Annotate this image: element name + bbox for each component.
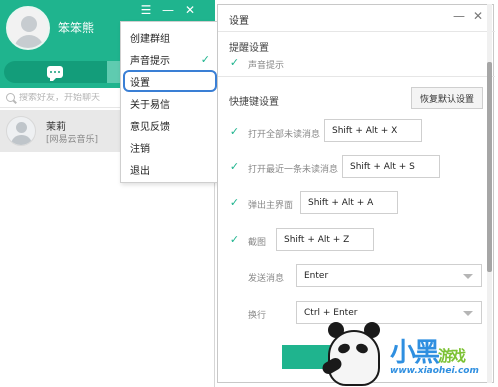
menu-item-label: 设置: [130, 77, 150, 89]
watermark-logo: 小黑游戏 www.xiaohei.com: [320, 316, 498, 387]
window-controls: ☰ — ✕: [139, 3, 197, 17]
shortcut-key-input[interactable]: Shift + Alt + Z: [276, 228, 374, 251]
menu-item-logout[interactable]: 注销: [121, 136, 219, 158]
close-icon[interactable]: ✕: [473, 9, 483, 23]
menu-item-about[interactable]: 关于易信: [121, 92, 219, 114]
chat-icon: [47, 66, 64, 81]
shortcut-checkbox[interactable]: ✓: [229, 234, 240, 245]
scrollbar-thumb[interactable]: [487, 62, 492, 272]
menu-item-label: 关于易信: [130, 99, 170, 111]
menu-item-feedback[interactable]: 意见反馈: [121, 114, 219, 136]
shortcut-checkbox[interactable]: ✓: [229, 197, 240, 208]
newline-label: 换行: [248, 311, 267, 321]
contact-avatar: [6, 116, 36, 146]
send-message-select[interactable]: Enter: [296, 264, 482, 287]
menu-item-label: 创建群组: [130, 33, 170, 45]
main-menu: 创建群组 声音提示 ✓ 设置 关于易信 意见反馈 注销 退出: [120, 21, 218, 183]
shortcut-key-input[interactable]: Shift + Alt + S: [342, 155, 440, 178]
menu-item-create-group[interactable]: 创建群组: [121, 26, 219, 48]
reminder-section-title: 提醒设置: [229, 43, 269, 54]
menu-item-exit[interactable]: 退出: [121, 158, 219, 180]
search-icon: [6, 93, 15, 102]
tab-messages[interactable]: [4, 61, 107, 83]
shortcut-label: 打开全部未读消息: [248, 130, 321, 140]
menu-item-label: 声音提示: [130, 55, 170, 67]
shortcut-label: 打开最近一条未读消息: [248, 165, 339, 175]
shortcut-section-title: 快捷键设置: [229, 97, 279, 108]
check-icon: ✓: [200, 52, 210, 66]
watermark-url: www.xiaohei.com: [390, 366, 479, 376]
menu-item-label: 意见反馈: [130, 121, 170, 133]
shortcut-key-input[interactable]: Shift + Alt + A: [300, 191, 398, 214]
menu-icon[interactable]: ☰: [139, 3, 153, 17]
user-avatar[interactable]: [6, 6, 50, 50]
send-message-label: 发送消息: [248, 274, 285, 284]
watermark-wordmark: 小黑游戏: [390, 338, 466, 368]
shortcut-label: 弹出主界面: [248, 201, 294, 211]
section-divider: [218, 76, 495, 77]
menu-item-label: 退出: [130, 165, 150, 177]
title-divider: [218, 31, 495, 32]
minimize-icon[interactable]: —: [161, 3, 175, 17]
shortcut-checkbox[interactable]: ✓: [229, 126, 240, 137]
shortcut-checkbox[interactable]: ✓: [229, 161, 240, 172]
contact-name: 茉莉: [46, 122, 66, 133]
menu-item-settings[interactable]: 设置: [123, 70, 217, 92]
settings-title: 设置: [229, 16, 249, 27]
send-message-value: Enter: [304, 270, 329, 281]
username: 笨笨熊: [58, 21, 95, 35]
contact-status: [网易云音乐]: [46, 135, 99, 145]
menu-item-label: 注销: [130, 143, 150, 155]
sound-label: 声音提示: [248, 61, 285, 71]
shortcut-key-input[interactable]: Shift + Alt + X: [324, 119, 422, 142]
menu-item-sound[interactable]: 声音提示 ✓: [121, 48, 219, 70]
reset-defaults-button[interactable]: 恢复默认设置: [411, 87, 483, 109]
caret-down-icon: [463, 274, 473, 279]
sound-checkbox[interactable]: ✓: [229, 57, 240, 68]
shortcut-label: 截图: [248, 238, 267, 248]
close-icon[interactable]: ✕: [183, 3, 197, 17]
minimize-icon[interactable]: —: [453, 9, 465, 23]
